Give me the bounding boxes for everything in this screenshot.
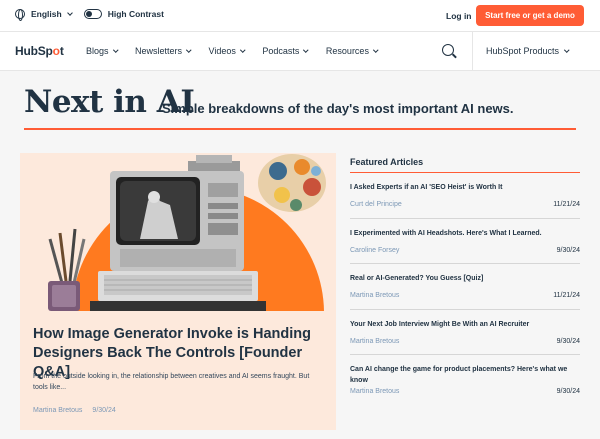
nav-item-newsletters[interactable]: Newsletters (135, 46, 192, 56)
products-label: HubSpot Products (486, 46, 560, 56)
featured-date: 9/30/24 (556, 388, 580, 395)
contrast-label[interactable]: High Contrast (108, 9, 164, 19)
hero-illustration-svg (48, 154, 326, 311)
search-icon[interactable] (442, 44, 454, 56)
nav-label: Newsletters (135, 46, 183, 56)
nav-label: Videos (208, 46, 236, 56)
hubspot-products-menu[interactable]: HubSpot Products (486, 46, 570, 56)
nav-item-resources[interactable]: Resources (325, 46, 379, 56)
contrast-toggle[interactable] (83, 9, 102, 19)
header-rule (24, 128, 576, 130)
hero-article-meta: Martina Bretous 9/30/24 (33, 407, 116, 414)
list-item[interactable]: I Experimented with AI Headshots. Here's… (350, 219, 580, 264)
featured-title[interactable]: Can AI change the game for product place… (350, 364, 580, 386)
featured-title[interactable]: Your Next Job Interview Might Be With an… (350, 319, 580, 330)
hero-author[interactable]: Martina Bretous (33, 407, 82, 414)
featured-author[interactable]: Martina Bretous (350, 292, 399, 299)
paintbrush-jar-icon (48, 228, 86, 311)
login-link[interactable]: Log in (446, 11, 472, 21)
nav-items: Blogs Newsletters Videos Podcasts Resour… (86, 46, 395, 56)
utility-left: English High Contrast (15, 9, 164, 21)
featured-date: 9/30/24 (556, 246, 580, 254)
chevron-down-icon (303, 47, 309, 52)
featured-author[interactable]: Martina Bretous (350, 338, 399, 345)
featured-title[interactable]: Real or AI-Generated? You Guess [Quiz] (350, 273, 580, 284)
globe-icon[interactable] (15, 9, 25, 21)
featured-author[interactable]: Martina Bretous (350, 388, 399, 395)
hero-date: 9/30/24 (92, 407, 116, 414)
list-item[interactable]: Your Next Job Interview Might Be With an… (350, 310, 580, 355)
featured-author[interactable]: Curt del Principe (350, 201, 402, 208)
featured-author[interactable]: Caroline Forsey (350, 247, 399, 254)
chevron-down-icon (373, 47, 379, 52)
hero-article-card[interactable]: How Image Generator Invoke is Handing De… (20, 153, 336, 430)
featured-title[interactable]: I Asked Experts if an AI 'SEO Heist' is … (350, 182, 580, 193)
nav-item-podcasts[interactable]: Podcasts (262, 46, 309, 56)
chevron-down-icon (112, 47, 118, 52)
featured-date: 11/21/24 (553, 201, 580, 208)
featured-heading: Featured Articles (350, 157, 580, 173)
chevron-down-icon (564, 47, 570, 52)
paint-palette-icon (258, 154, 326, 212)
start-free-button[interactable]: Start free or get a demo (476, 5, 584, 26)
chevron-down-icon[interactable] (66, 9, 73, 16)
hero-article-excerpt: From the outside looking in, the relatio… (33, 373, 310, 391)
featured-date: 11/21/24 (553, 292, 580, 299)
featured-date: 9/30/24 (556, 337, 580, 345)
nav-item-blogs[interactable]: Blogs (86, 46, 118, 56)
nav-divider (472, 32, 473, 70)
nav-label: Podcasts (262, 46, 300, 56)
hero-illustration[interactable] (20, 153, 336, 311)
nav-label: Resources (325, 46, 369, 56)
utility-bar: English High Contrast Log in Start free … (0, 0, 600, 31)
featured-articles: Featured Articles I Asked Experts if an … (350, 157, 580, 401)
hubspot-logo[interactable]: HubSpot (15, 44, 64, 58)
language-selector[interactable]: English (31, 9, 62, 19)
list-item[interactable]: Real or AI-Generated? You Guess [Quiz] M… (350, 264, 580, 310)
main-nav: HubSpot Blogs Newsletters Videos Podcast… (0, 31, 600, 71)
page-subtitle: Simple breakdowns of the day's most impo… (162, 101, 514, 116)
list-item[interactable]: Can AI change the game for product place… (350, 355, 580, 401)
nav-item-videos[interactable]: Videos (208, 46, 246, 56)
featured-title[interactable]: I Experimented with AI Headshots. Here's… (350, 228, 580, 239)
nav-label: Blogs (86, 46, 109, 56)
list-item[interactable]: I Asked Experts if an AI 'SEO Heist' is … (350, 173, 580, 219)
chevron-down-icon (240, 47, 246, 52)
vintage-computer-icon (90, 155, 266, 311)
chevron-down-icon (186, 47, 192, 52)
